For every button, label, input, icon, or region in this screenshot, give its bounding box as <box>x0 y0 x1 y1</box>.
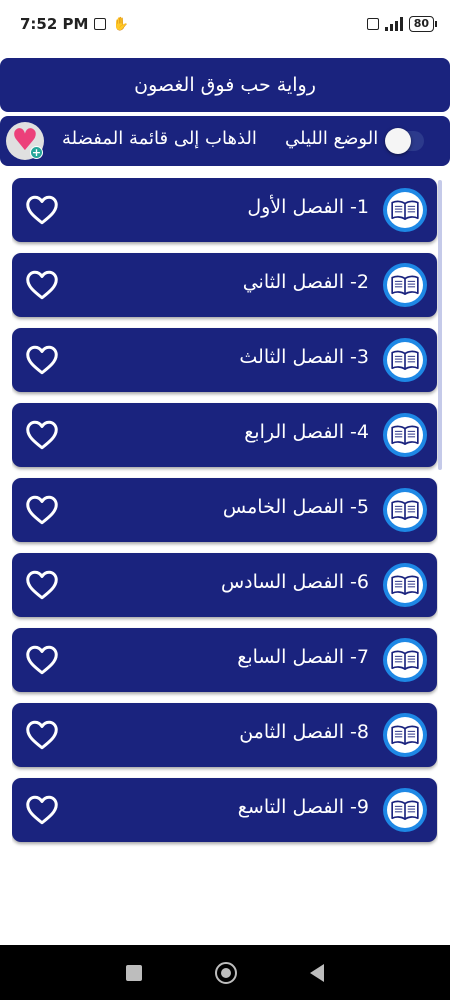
chapter-label: 2- الفصل الثاني <box>242 271 369 293</box>
heart-outline-icon[interactable] <box>24 417 60 453</box>
message-icon <box>94 18 107 30</box>
book-icon-inner <box>387 642 423 678</box>
chapter-label: 4- الفصل الرابع <box>244 421 369 443</box>
book-icon-inner <box>387 567 423 603</box>
plus-icon: + <box>30 146 43 159</box>
heart-outline-icon[interactable] <box>24 642 60 678</box>
open-book-icon <box>383 263 427 307</box>
chapter-label: 1- الفصل الأول <box>247 196 369 218</box>
system-nav-bar <box>0 945 450 1000</box>
book-icon-inner <box>387 492 423 528</box>
battery-level: 80 <box>413 17 429 30</box>
chapter-item[interactable]: 1- الفصل الأول <box>12 178 437 242</box>
heart-outline-icon[interactable] <box>24 492 60 528</box>
open-book-icon <box>383 488 427 532</box>
favorites-list-button[interactable]: ♥ + <box>6 122 44 160</box>
status-time: 7:52 PM <box>20 15 89 33</box>
heart-outline-icon[interactable] <box>24 792 60 828</box>
chapter-label: 6- الفصل السادس <box>220 571 369 593</box>
home-button[interactable] <box>214 961 237 984</box>
back-button[interactable] <box>309 963 324 982</box>
open-book-icon <box>383 188 427 232</box>
battery-icon: 80 <box>408 16 438 32</box>
open-book-icon <box>383 788 427 832</box>
chapter-item[interactable]: 5- الفصل الخامس <box>12 478 437 542</box>
signal-icon <box>384 17 403 31</box>
heart-outline-icon[interactable] <box>24 567 60 603</box>
heart-outline-icon[interactable] <box>24 342 60 378</box>
heart-outline-icon[interactable] <box>24 192 60 228</box>
chapter-item[interactable]: 8- الفصل الثامن <box>12 703 437 767</box>
chapter-label: 8- الفصل الثامن <box>239 721 369 743</box>
list-scrollbar[interactable] <box>438 180 442 470</box>
status-left: 7:52 PM ✋ <box>20 15 129 33</box>
open-book-icon <box>383 713 427 757</box>
chapter-label: 3- الفصل الثالث <box>239 346 369 368</box>
control-bar: ♥ + الذهاب إلى قائمة المفضلة الوضع الليل… <box>0 116 450 166</box>
book-icon-inner <box>387 417 423 453</box>
chapter-label: 5- الفصل الخامس <box>222 496 369 518</box>
hand-icon: ✋ <box>112 16 129 32</box>
favorites-link[interactable]: الذهاب إلى قائمة المفضلة <box>62 128 257 149</box>
chapter-item[interactable]: 7- الفصل السابع <box>12 628 437 692</box>
night-mode-label: الوضع الليلي <box>285 128 379 149</box>
page-title: رواية حب فوق الغصون <box>134 74 316 96</box>
open-book-icon <box>383 638 427 682</box>
volte-icon <box>366 18 379 30</box>
book-icon-inner <box>387 792 423 828</box>
home-dot <box>220 967 231 978</box>
book-icon-inner <box>387 267 423 303</box>
book-icon-inner <box>387 717 423 753</box>
chapter-item[interactable]: 9- الفصل التاسع <box>12 778 437 842</box>
open-book-icon <box>383 338 427 382</box>
chapter-item[interactable]: 3- الفصل الثالث <box>12 328 437 392</box>
open-book-icon <box>383 413 427 457</box>
chapter-item[interactable]: 6- الفصل السادس <box>12 553 437 617</box>
heart-outline-icon[interactable] <box>24 717 60 753</box>
open-book-icon <box>383 563 427 607</box>
status-bar: 7:52 PM ✋ 80 <box>0 0 450 48</box>
book-icon-inner <box>387 342 423 378</box>
toggle-knob <box>385 128 411 154</box>
chapter-item[interactable]: 4- الفصل الرابع <box>12 403 437 467</box>
chapter-list: 1- الفصل الأول 2- الفصل الثاني 3- الفصل ال… <box>12 178 438 860</box>
heart-outline-icon[interactable] <box>24 267 60 303</box>
recents-button[interactable] <box>126 964 143 981</box>
chapter-label: 7- الفصل السابع <box>237 646 369 668</box>
status-right: 80 <box>366 16 438 32</box>
night-mode-toggle[interactable] <box>385 128 424 154</box>
chapter-item[interactable]: 2- الفصل الثاني <box>12 253 437 317</box>
chapter-label: 9- الفصل التاسع <box>237 796 369 818</box>
book-icon-inner <box>387 192 423 228</box>
app-title-bar: رواية حب فوق الغصون <box>0 58 450 112</box>
